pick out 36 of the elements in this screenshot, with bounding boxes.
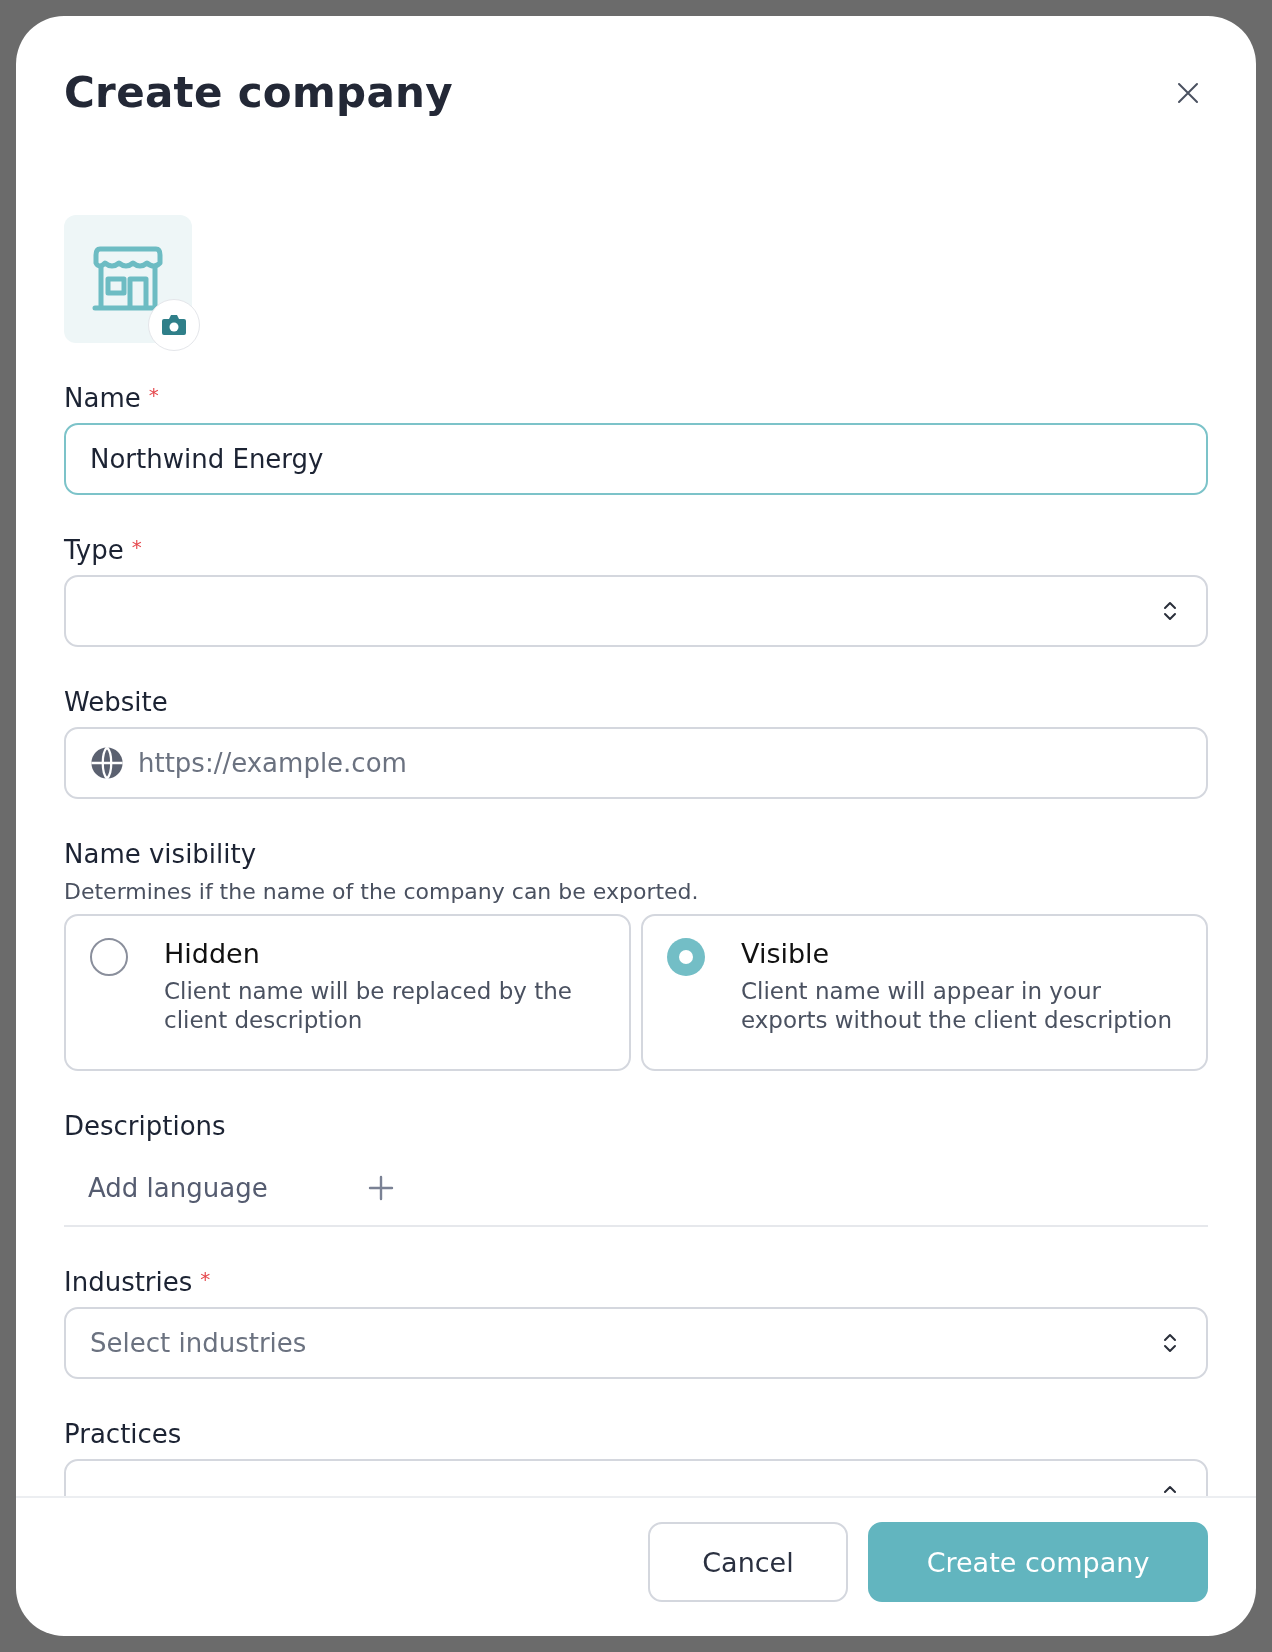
website-input[interactable]: https://example.com	[138, 748, 1178, 778]
chevron-updown-icon	[1162, 599, 1178, 623]
storefront-icon	[92, 245, 164, 313]
url-field[interactable]: https://example.com	[64, 727, 1208, 799]
required-mark: *	[131, 535, 142, 559]
option-title: Hidden	[164, 938, 261, 969]
dialog-title: Create company	[64, 68, 453, 117]
field-label: Industries	[64, 1267, 193, 1297]
radio-button[interactable]	[90, 938, 128, 976]
select-field[interactable]	[64, 575, 1208, 647]
plus-icon	[367, 1175, 394, 1201]
radio-button[interactable]	[667, 938, 705, 976]
radio-card[interactable]: Hidden Client name will be replaced by the client description	[64, 914, 631, 1071]
globe-icon	[90, 746, 124, 780]
field-hint: Determines if the name of the company can be exported.	[64, 879, 700, 904]
chevron-updown-icon	[1162, 1331, 1178, 1355]
camera-icon	[161, 314, 187, 336]
field-label: Practices	[64, 1419, 182, 1449]
option-title: Visible	[741, 938, 831, 969]
option-description: Client name will be replaced by the client description	[164, 977, 573, 1035]
option-description: Client name will appear in your exports without the client description	[741, 977, 1173, 1035]
required-mark: *	[200, 1267, 211, 1291]
field-label: Name visibility	[64, 839, 257, 869]
field-label: Type	[64, 535, 124, 565]
text-field[interactable]: Northwind Energy	[64, 423, 1208, 495]
add-language-button[interactable]: Add language	[64, 1173, 394, 1203]
name-input[interactable]: Northwind Energy	[90, 444, 1178, 474]
cancel-button[interactable]: Cancel	[648, 1522, 848, 1602]
field-label: Name	[64, 383, 141, 413]
select-placeholder: Select industries	[90, 1328, 308, 1358]
field-label: Descriptions	[64, 1111, 226, 1141]
required-mark: *	[148, 383, 159, 407]
radio-card[interactable]: Visible Client name will appear in your exports without the client description	[641, 914, 1208, 1071]
select-field[interactable]: Select industries	[64, 1307, 1208, 1379]
camera-button[interactable]	[148, 299, 200, 351]
field-label: Website	[64, 687, 168, 717]
